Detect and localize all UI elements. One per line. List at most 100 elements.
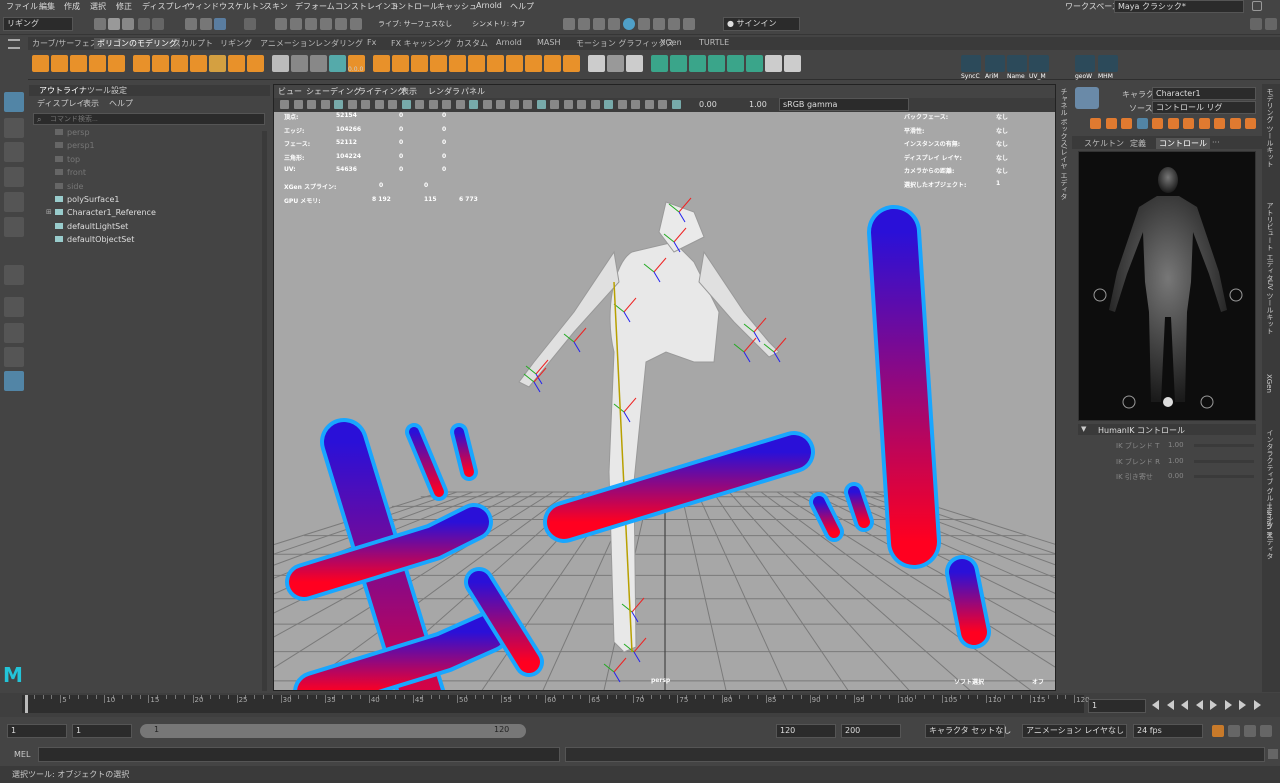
shelf-tool-icon[interactable]: [506, 55, 523, 72]
viewport-tool-icon[interactable]: [280, 100, 289, 109]
right-panel-tab[interactable]: XGen: [1265, 374, 1273, 393]
shelf-tool-icon[interactable]: [430, 55, 447, 72]
viewport-tool-icon[interactable]: [658, 100, 667, 109]
shelf-tool-icon[interactable]: [525, 55, 542, 72]
right-panel-tab[interactable]: インタラクティブ グルーミング エディタ: [1265, 429, 1275, 559]
shelf-menu-icon[interactable]: [8, 39, 20, 49]
colorspace-select[interactable]: sRGB gamma: [779, 98, 909, 111]
snap-view-icon[interactable]: [320, 18, 332, 30]
snap-pivot-icon[interactable]: [350, 18, 362, 30]
snap-curve-icon[interactable]: [290, 18, 302, 30]
render-sequence-icon[interactable]: [578, 18, 590, 30]
humanik-controls-header[interactable]: HumanIK コントロール: [1098, 425, 1185, 436]
viewport-tool-icon[interactable]: [577, 100, 586, 109]
viewport-tool-icon[interactable]: [374, 100, 384, 109]
shelf-tool-icon[interactable]: [708, 55, 725, 72]
shelf-tool-icon[interactable]: [152, 55, 169, 72]
shelf-tool-icon[interactable]: [373, 55, 390, 72]
viewport-tool-icon[interactable]: [509, 100, 519, 109]
workspace-lock-icon[interactable]: [1252, 1, 1262, 11]
outliner-item[interactable]: side: [55, 182, 83, 191]
viewport-tool-icon[interactable]: [334, 100, 343, 109]
shelf-tool-icon[interactable]: [209, 55, 226, 72]
viewport-menu-item[interactable]: シェーディング: [306, 86, 361, 97]
hypershade-icon[interactable]: [623, 18, 635, 30]
viewport-tool-icon[interactable]: [293, 100, 303, 109]
shelf-tool-icon[interactable]: [588, 55, 605, 72]
shelf-script-button[interactable]: MHM: [1098, 55, 1118, 80]
sign-in-button[interactable]: ● サインイン: [723, 17, 800, 31]
step-back-key-icon[interactable]: [1166, 700, 1174, 710]
shelf-tab[interactable]: カスタム: [456, 38, 488, 49]
viewport-tool-icon[interactable]: [415, 100, 424, 109]
range-slider-bar[interactable]: 1 120: [140, 724, 526, 738]
shelf-tool-icon[interactable]: [108, 55, 125, 72]
shelf-tool-icon[interactable]: [670, 55, 687, 72]
shelf-tool-icon[interactable]: [329, 55, 346, 72]
tab-tool-settings[interactable]: ツール設定: [87, 85, 127, 96]
character-select[interactable]: Character1: [1152, 87, 1256, 100]
undo-icon[interactable]: [138, 18, 150, 30]
render-current-icon[interactable]: [563, 18, 575, 30]
current-frame-field[interactable]: 1: [1088, 699, 1146, 713]
viewport-menu-item[interactable]: ビュー: [278, 86, 302, 97]
shelf-tab[interactable]: リギング: [220, 38, 252, 49]
play-back-icon[interactable]: [1195, 700, 1203, 710]
outliner-search-input[interactable]: [33, 113, 265, 125]
select-component-icon[interactable]: [214, 18, 226, 30]
shelf-tool-icon[interactable]: [310, 55, 327, 72]
toggle-channelbox-icon[interactable]: [1265, 18, 1277, 30]
play-forward-icon[interactable]: [1210, 700, 1217, 710]
viewport-tool-icon[interactable]: [536, 100, 546, 109]
viewport-tool-icon[interactable]: [671, 100, 681, 109]
collapse-arrow-icon[interactable]: ▼: [1081, 425, 1086, 433]
shelf-tab[interactable]: XGen: [660, 38, 682, 47]
toggle-panel-icon[interactable]: [1250, 18, 1262, 30]
character-key-icon[interactable]: [1260, 725, 1272, 737]
expand-icon[interactable]: ⊞: [46, 208, 52, 216]
snap-point-icon[interactable]: [305, 18, 317, 30]
fps-select[interactable]: 24 fps: [1133, 724, 1203, 738]
sound-icon[interactable]: [1228, 725, 1240, 737]
outliner-menu-help[interactable]: ヘルプ: [109, 98, 133, 109]
shelf-tool-icon[interactable]: [89, 55, 106, 72]
scene-start-field[interactable]: 1: [7, 724, 67, 738]
shelf-tool-icon[interactable]: [727, 55, 744, 72]
humanik-row-slider[interactable]: [1194, 475, 1254, 478]
shelf-tool-icon[interactable]: [651, 55, 668, 72]
shelf-tab[interactable]: ポリゴンのモデリング: [94, 38, 180, 49]
viewport-tool-icon[interactable]: [428, 100, 438, 109]
viewport-tool-icon[interactable]: [442, 100, 451, 109]
render-view-icon[interactable]: [638, 18, 650, 30]
time-slider-bar[interactable]: 5 10 15 20 25 30 35 40 45 50 55 60 65 70 75 80 85 90 95 100…: [22, 695, 1090, 713]
humanik-tool-icon[interactable]: [1245, 118, 1256, 129]
shelf-tool-icon[interactable]: [291, 55, 308, 72]
script-editor-icon[interactable]: [1268, 749, 1278, 759]
viewport-tool-icon[interactable]: [550, 100, 559, 109]
humanik-tool-icon[interactable]: [1136, 118, 1148, 129]
ipr-render-icon[interactable]: [593, 18, 605, 30]
mel-label[interactable]: MEL: [14, 750, 30, 759]
shelf-tool-icon[interactable]: [133, 55, 150, 72]
shelf-tool-icon[interactable]: [272, 55, 289, 72]
scale-tool-icon[interactable]: [4, 217, 24, 237]
humanik-tool-icon[interactable]: [1229, 118, 1241, 129]
hand-left-icon[interactable]: [1093, 288, 1107, 302]
shelf-script-button[interactable]: UV_M: [1029, 55, 1049, 80]
camera-sequencer-icon[interactable]: [668, 18, 680, 30]
viewport-menu-item[interactable]: ライティング: [358, 86, 405, 97]
humanik-tool-icon[interactable]: [1121, 118, 1132, 129]
step-back-icon[interactable]: [1181, 700, 1188, 710]
humanik-tab[interactable]: 定義: [1130, 138, 1146, 149]
humanik-tab[interactable]: コントロール: [1156, 138, 1210, 149]
four-view-icon[interactable]: [4, 323, 24, 343]
viewport-menu-item[interactable]: パネル: [461, 86, 485, 97]
shelf-tool-icon[interactable]: [468, 55, 485, 72]
exposure-field[interactable]: 0.00: [699, 100, 717, 109]
workspace-select[interactable]: Maya クラシック*: [1114, 0, 1244, 13]
open-scene-icon[interactable]: [108, 18, 120, 30]
shelf-tool-icon[interactable]: [563, 55, 580, 72]
humanik-row-slider[interactable]: [1194, 459, 1254, 463]
outliner-item[interactable]: persp1: [55, 141, 95, 150]
viewport-tool-icon[interactable]: [631, 100, 640, 109]
